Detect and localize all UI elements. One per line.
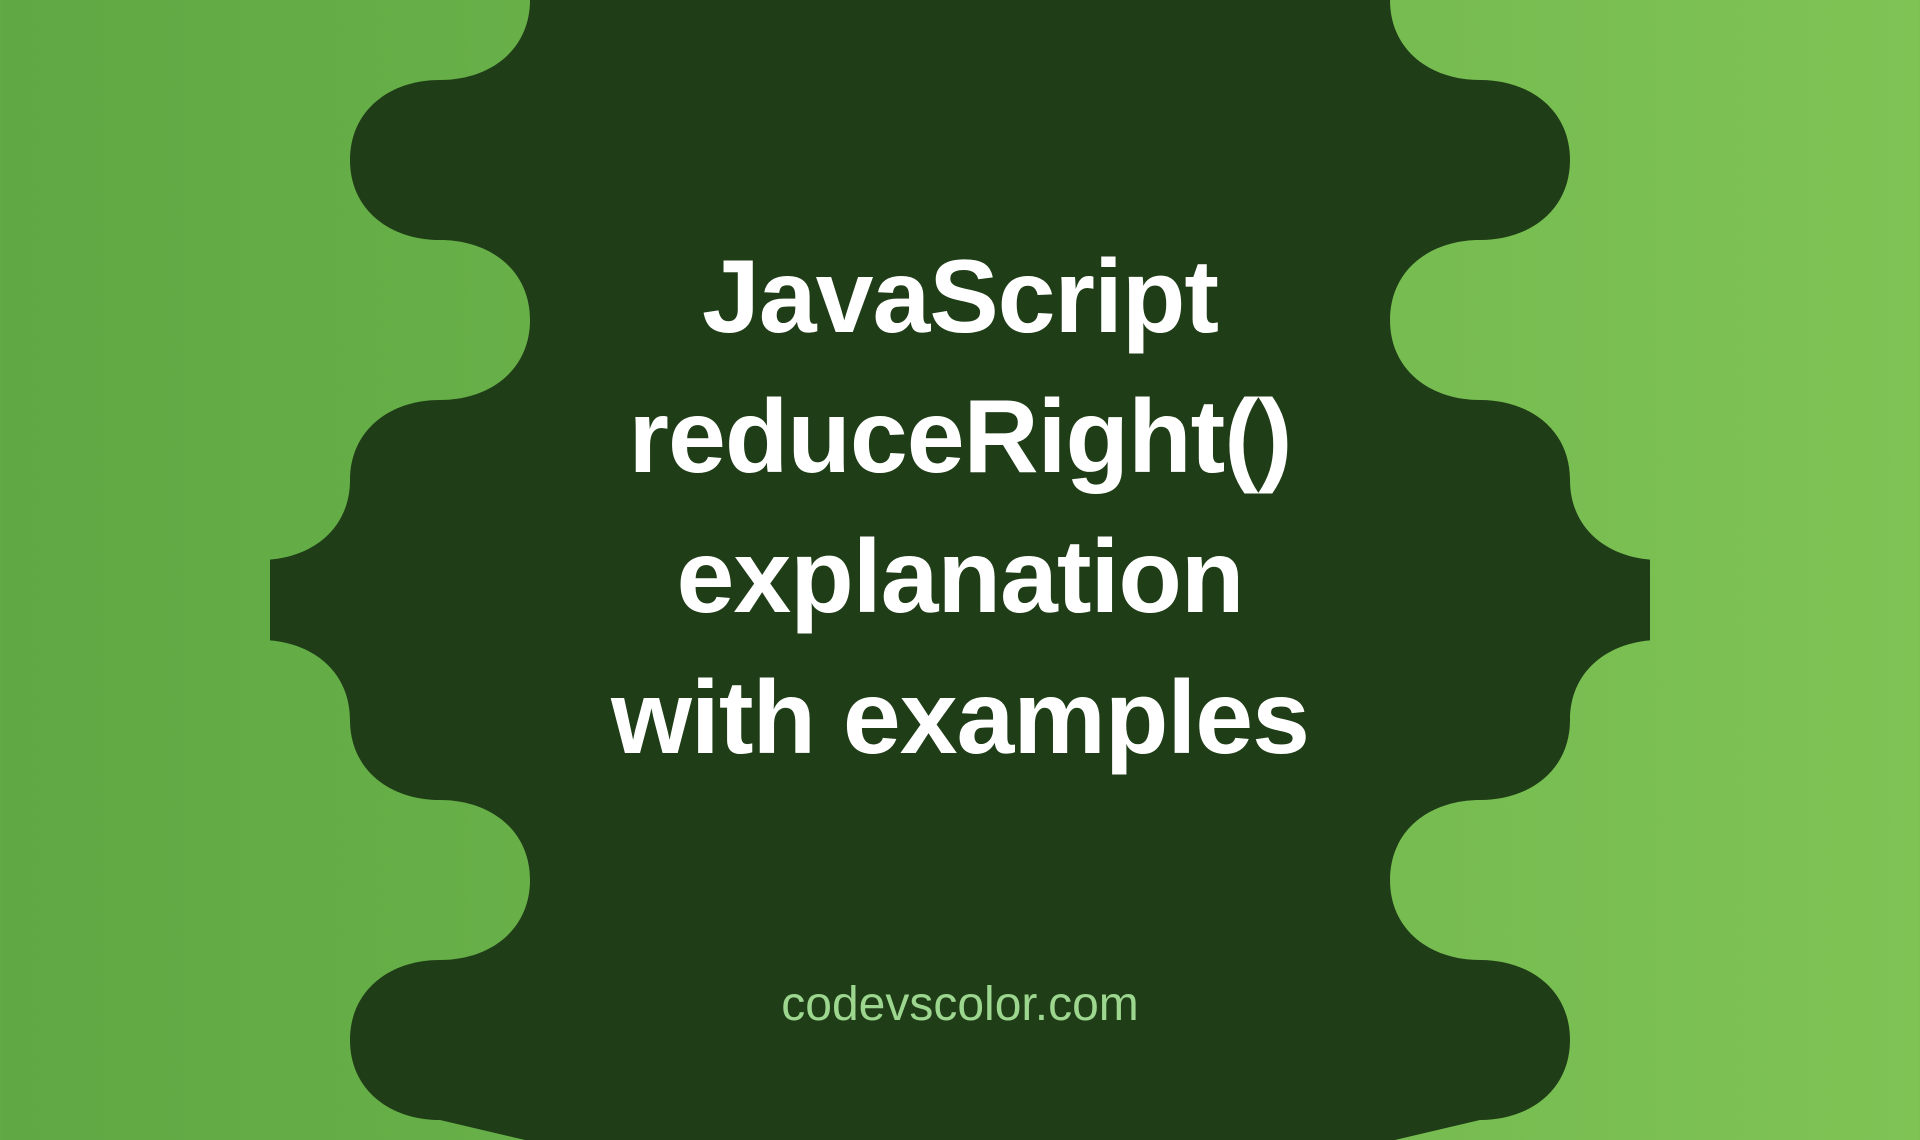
title-line-3: explanation bbox=[0, 508, 1920, 648]
title-line-1: JavaScript bbox=[0, 227, 1920, 367]
title-block: JavaScript reduceRight() explanation wit… bbox=[0, 227, 1920, 789]
site-name-label: codevscolor.com bbox=[781, 977, 1139, 1032]
hero-banner: JavaScript reduceRight() explanation wit… bbox=[0, 0, 1920, 1080]
hero-title: JavaScript reduceRight() explanation wit… bbox=[0, 227, 1920, 789]
title-line-4: with examples bbox=[0, 648, 1920, 788]
title-line-2: reduceRight() bbox=[0, 367, 1920, 507]
